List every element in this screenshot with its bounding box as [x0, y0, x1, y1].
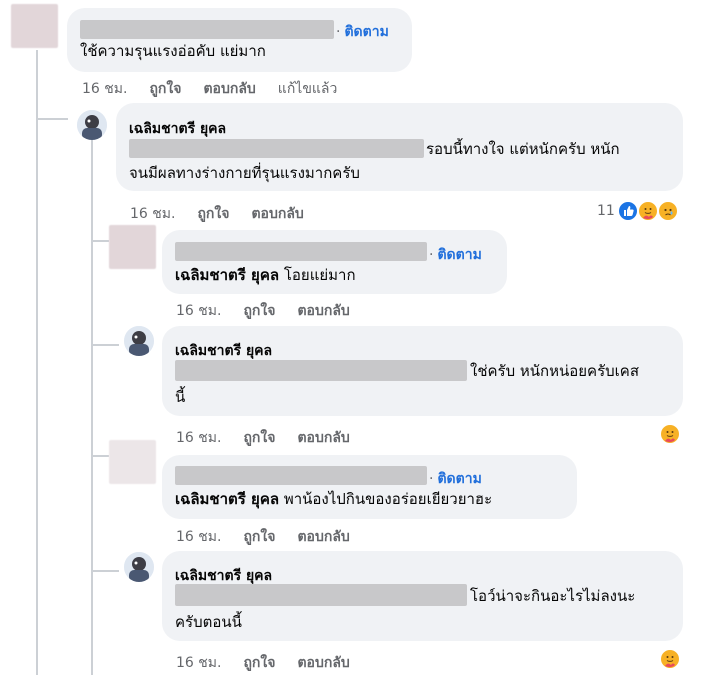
commenter-name[interactable]: เฉลิมชาตรี ยุคล: [175, 340, 272, 362]
timestamp[interactable]: 16 ชม.: [82, 81, 127, 97]
avatar[interactable]: [124, 326, 154, 356]
avatar[interactable]: [109, 225, 156, 269]
reply-button[interactable]: ตอบกลับ: [251, 206, 303, 222]
thread-connector: [93, 455, 109, 457]
comment-text: เฉลิมชาตรี ยุคล โอยแย่มาก: [175, 264, 356, 286]
redacted-mention: [175, 360, 467, 381]
like-button[interactable]: ถูกใจ: [243, 529, 275, 545]
comment-actions: 16 ชม. ถูกใจ ตอบกลับ: [130, 203, 326, 225]
mention-link[interactable]: เฉลิมชาตรี ยุคล: [175, 266, 279, 284]
comment-actions: 16 ชม. ถูกใจ ตอบกลับ แก้ไขแล้ว: [82, 78, 359, 100]
like-button[interactable]: ถูกใจ: [243, 655, 275, 671]
comment-text: ใช่ครับ หนักหน่อยครับเคส: [470, 362, 639, 380]
comment-text: ใช้ความรุนแรงอ่อคับ แย่มาก: [80, 42, 266, 60]
avatar[interactable]: [11, 4, 58, 48]
comment-text: เฉลิมชาตรี ยุคล พาน้องไปกินของอร่อยเยียว…: [175, 488, 492, 510]
thread-connector: [93, 240, 109, 242]
reply-button[interactable]: ตอบกลับ: [203, 81, 255, 97]
thread-line: [91, 140, 93, 675]
timestamp[interactable]: 16 ชม.: [176, 655, 221, 671]
reaction-count[interactable]: 11: [597, 203, 615, 219]
edited-label: แก้ไขแล้ว: [277, 81, 338, 97]
comment-text: จนมีผลทางร่างกายที่รุนแรงมากครับ: [129, 164, 360, 182]
reply-button[interactable]: ตอบกลับ: [297, 430, 349, 446]
comment-body: พาน้องไปกินของอร่อยเยียวยาฮะ: [283, 490, 493, 508]
avatar[interactable]: [77, 110, 107, 140]
reply-button[interactable]: ตอบกลับ: [297, 529, 349, 545]
comment-actions: 16 ชม. ถูกใจ ตอบกลับ: [176, 427, 372, 449]
thread-connector: [93, 570, 119, 572]
timestamp[interactable]: 16 ชม.: [176, 430, 221, 446]
like-button[interactable]: ถูกใจ: [243, 430, 275, 446]
care-icon: [637, 200, 659, 222]
comment-text: โอว์น่าจะกินอะไรไม่ลงนะ: [470, 587, 636, 605]
timestamp[interactable]: 16 ชม.: [130, 206, 175, 222]
care-icon[interactable]: [659, 423, 681, 445]
avatar[interactable]: [109, 440, 156, 484]
thread-connector: [93, 344, 119, 346]
redacted-mention: [129, 139, 424, 158]
reply-button[interactable]: ตอบกลับ: [297, 655, 349, 671]
commenter-name[interactable]: เฉลิมชาตรี ยุคล: [129, 118, 226, 140]
comment-actions: 16 ชม. ถูกใจ ตอบกลับ: [176, 300, 372, 322]
thread-connector: [38, 118, 68, 120]
mention-link[interactable]: เฉลิมชาตรี ยุคล: [175, 490, 279, 508]
comment-text: ครับตอนนี้: [175, 613, 242, 631]
avatar[interactable]: [124, 552, 154, 582]
care-icon[interactable]: [659, 648, 681, 670]
redacted-name: [175, 466, 427, 485]
like-button[interactable]: ถูกใจ: [197, 206, 229, 222]
sad-icon: [657, 200, 679, 222]
comment-body: โอยแย่มาก: [283, 266, 356, 284]
timestamp[interactable]: 16 ชม.: [176, 529, 221, 545]
like-button[interactable]: ถูกใจ: [243, 303, 275, 319]
like-button[interactable]: ถูกใจ: [149, 81, 181, 97]
follow-link[interactable]: · ติดตาม: [429, 468, 482, 490]
thread-line: [36, 50, 38, 675]
comment-text: นี้: [175, 388, 186, 406]
comment-text: รอบนี้ทางใจ แต่หนักครับ หนัก: [426, 140, 620, 158]
comment-actions: 16 ชม. ถูกใจ ตอบกลับ: [176, 652, 372, 674]
follow-link[interactable]: · ติดตาม: [429, 244, 482, 266]
like-icon: [617, 200, 639, 222]
timestamp[interactable]: 16 ชม.: [176, 303, 221, 319]
follow-link[interactable]: · ติดตาม: [336, 21, 389, 43]
redacted-mention: [175, 584, 467, 606]
comment-actions: 16 ชม. ถูกใจ ตอบกลับ: [176, 526, 372, 548]
reply-button[interactable]: ตอบกลับ: [297, 303, 349, 319]
redacted-name: [80, 20, 334, 39]
redacted-name: [175, 242, 427, 261]
